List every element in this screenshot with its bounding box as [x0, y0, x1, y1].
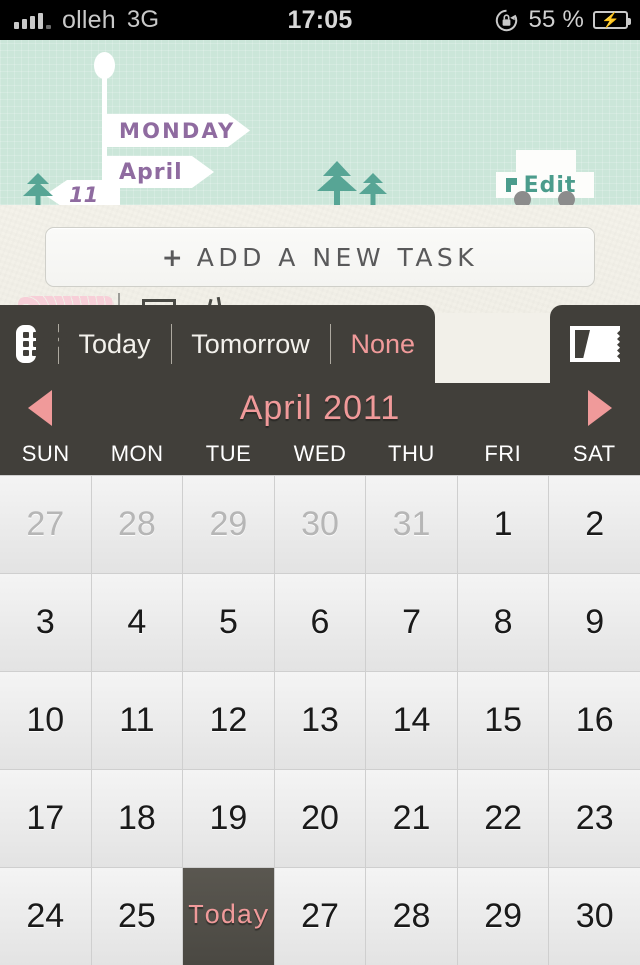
calendar-grid: 27 28 29 30 31 1 2 3 4 5 6 7 8 9 10 11 12 13 14 15 16 17 18 19 2… [0, 475, 640, 965]
date-option-tomorrow[interactable]: Tomorrow [171, 329, 330, 360]
calendar-day-cell[interactable]: 5 [183, 574, 274, 671]
calendar-day-cell[interactable]: 28 [91, 476, 183, 573]
weekday-fri: FRI [484, 441, 522, 466]
calendar-day-cell[interactable]: 20 [274, 770, 366, 867]
day-sign: 11 [45, 180, 120, 205]
plus-icon: + [161, 242, 183, 272]
calendar-toggle-button[interactable] [550, 305, 640, 383]
header-scene: MONDAY April 11 Edit [0, 40, 640, 205]
calendar-ticket-icon [570, 326, 620, 362]
calendar-day-cell[interactable]: 7 [366, 574, 457, 671]
calendar-day-cell[interactable]: 27 [274, 868, 366, 965]
calendar-day-cell[interactable]: 28 [366, 868, 457, 965]
calendar-day-cell[interactable]: 22 [457, 770, 549, 867]
weekday-sign: MONDAY [106, 114, 250, 147]
calendar-day-cell[interactable]: 2 [549, 476, 640, 573]
weekday-label: MONDAY [119, 118, 236, 143]
calendar-header: April 2011 [0, 383, 640, 433]
edit-button[interactable]: Edit [496, 150, 596, 205]
calendar-day-cell[interactable]: 10 [0, 672, 91, 769]
calendar-day-cell[interactable]: 4 [91, 574, 183, 671]
calendar-day-cell[interactable]: 13 [274, 672, 366, 769]
battery-charging-icon: ⚡ [593, 11, 631, 29]
calendar-day-cell[interactable]: 17 [0, 770, 91, 867]
right-triangle-icon[interactable] [588, 390, 612, 426]
calendar-day-cell[interactable]: 31 [366, 476, 457, 573]
calendar-day-cell[interactable]: 27 [0, 476, 91, 573]
left-triangle-icon[interactable] [28, 390, 52, 426]
calendar-day-cell[interactable]: 25 [91, 868, 183, 965]
calendar-day-cell[interactable]: 12 [183, 672, 274, 769]
rotation-lock-icon [494, 8, 519, 33]
calendar-day-cell[interactable]: 8 [457, 574, 549, 671]
status-bar: olleh 3G 17:05 55 % ⚡ [0, 0, 640, 40]
calendar-day-cell[interactable]: 24 [0, 868, 91, 965]
task-list-area: + ADD A NEW TASK [0, 205, 640, 313]
date-picker-toolbar: Today Tomorrow None [0, 305, 435, 383]
calendar-panel: April 2011 SUN MON TUE WED THU FRI SAT 2… [0, 383, 640, 965]
calendar-day-cell[interactable]: 21 [366, 770, 457, 867]
calendar-day-cell[interactable]: 3 [0, 574, 91, 671]
weekday-wed: WED [293, 441, 347, 466]
calendar-day-cell[interactable]: 6 [274, 574, 366, 671]
truck-wheel-right [558, 191, 575, 205]
calendar-day-cell[interactable]: 16 [549, 672, 640, 769]
edit-label: Edit [523, 172, 577, 198]
add-new-task-label: ADD A NEW TASK [196, 242, 479, 272]
calendar-day-cell[interactable]: 19 [183, 770, 274, 867]
weekday-header-row: SUN MON TUE WED THU FRI SAT [0, 433, 640, 475]
calendar-day-cell[interactable]: 1 [457, 476, 549, 573]
calendar-day-cell[interactable]: 9 [549, 574, 640, 671]
calendar-day-cell[interactable]: 15 [457, 672, 549, 769]
truck-wheel-left [514, 191, 531, 205]
date-option-none[interactable]: None [330, 329, 435, 360]
calendar-day-cell[interactable]: 29 [183, 476, 274, 573]
weekday-mon: MON [110, 441, 164, 466]
day-label: 11 [69, 183, 99, 205]
weekday-sat: SAT [572, 441, 616, 466]
pine-tree-icon [22, 173, 54, 205]
calendar-day-cell[interactable]: 30 [274, 476, 366, 573]
calendar-day-today[interactable]: Today [183, 868, 274, 965]
pine-tree-icon [358, 173, 388, 205]
calendar-day-cell[interactable]: 30 [549, 868, 640, 965]
calendar-day-cell[interactable]: 18 [91, 770, 183, 867]
calendar-day-cell[interactable]: 14 [366, 672, 457, 769]
month-label: April [119, 159, 183, 185]
pine-tree-icon [316, 161, 358, 205]
weekday-tue: TUE [205, 441, 252, 466]
clock-label: 17:05 [287, 5, 353, 34]
keyboard-icon[interactable] [16, 325, 67, 363]
date-option-today[interactable]: Today [58, 329, 170, 360]
calendar-day-cell[interactable]: 29 [457, 868, 549, 965]
calendar-day-cell[interactable]: 23 [549, 770, 640, 867]
calendar-title: April 2011 [239, 388, 401, 427]
weekday-thu: THU [388, 441, 435, 466]
weekday-sun: SUN [21, 441, 70, 466]
add-new-task-button[interactable]: + ADD A NEW TASK [45, 227, 595, 287]
month-sign: April [106, 156, 214, 188]
calendar-day-cell[interactable]: 11 [91, 672, 183, 769]
